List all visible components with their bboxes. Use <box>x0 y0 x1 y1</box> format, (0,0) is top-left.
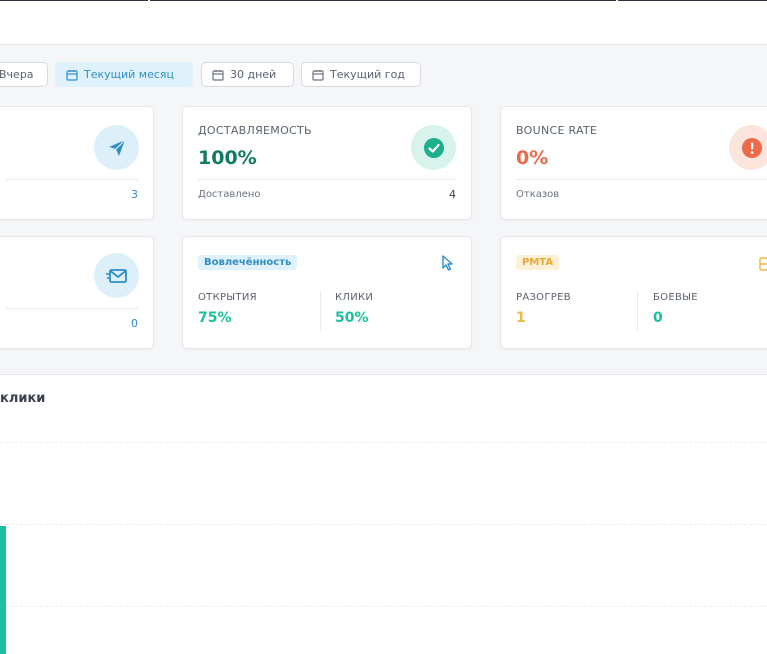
chart-gridline <box>0 442 767 443</box>
card-divider <box>198 179 456 180</box>
calendar-icon <box>66 69 78 81</box>
chart-gridline <box>0 606 767 607</box>
chart-gridline <box>0 524 767 525</box>
mail-card: 0 <box>0 236 154 349</box>
sent-card: 3 <box>0 106 154 220</box>
warmup-label: РАЗОГРЕВ <box>516 292 571 303</box>
filter-current-year-label: Текущий год <box>330 68 405 81</box>
deliverability-value: 100% <box>198 147 257 169</box>
filter-yesterday-label: Вчера <box>0 68 34 81</box>
bounce-rate-title: BOUNCE RATE <box>516 124 598 137</box>
engagement-badge: Вовлечённость <box>198 255 298 270</box>
filter-30-days-label: 30 дней <box>230 68 277 81</box>
top-header-bar <box>0 0 767 45</box>
bounce-rate-card: BOUNCE RATE 0% Отказов <box>500 106 767 220</box>
bounces-label: Отказов <box>516 189 560 200</box>
filter-current-month-label: Текущий месяц <box>84 68 175 81</box>
server-icon <box>759 256 767 275</box>
combat-label: БОЕВЫЕ <box>653 292 698 303</box>
cursor-icon <box>441 255 453 275</box>
pmta-card: PMTA РАЗОГРЕВ 1 БОЕВЫЕ 0 <box>500 236 767 349</box>
clicks-value: 50% <box>335 310 369 326</box>
stat-divider <box>637 291 638 331</box>
chart-title: клики <box>0 391 46 406</box>
filter-current-year-button[interactable]: Текущий год <box>301 62 421 87</box>
engagement-card: Вовлечённость ОТКРЫТИЯ 75% КЛИКИ 50% <box>182 236 472 349</box>
top-border-left <box>0 0 148 1</box>
card-divider <box>6 308 138 309</box>
stat-divider <box>320 291 321 331</box>
opens-value: 75% <box>198 310 232 326</box>
card-divider <box>516 179 767 180</box>
filter-yesterday-button[interactable]: Вчера <box>0 62 48 87</box>
warmup-value: 1 <box>516 310 526 326</box>
delivered-label: Доставлено <box>198 189 261 200</box>
envelope-icon <box>94 253 139 298</box>
calendar-icon <box>212 69 224 81</box>
clicks-chart-panel: клики <box>0 374 767 654</box>
card-divider <box>6 179 138 180</box>
paper-plane-icon <box>94 125 139 170</box>
sent-footer-value: 3 <box>131 188 138 201</box>
filter-current-month-button[interactable]: Текущий месяц <box>55 62 193 87</box>
pmta-badge: PMTA <box>516 255 560 270</box>
check-circle-icon <box>411 125 456 170</box>
top-border-middle <box>150 0 616 1</box>
deliverability-title: ДОСТАВЛЯЕМОСТЬ <box>198 124 312 137</box>
chart-bar <box>0 526 6 654</box>
top-border-right <box>618 0 767 1</box>
clicks-label: КЛИКИ <box>335 292 374 303</box>
filter-30-days-button[interactable]: 30 дней <box>201 62 294 87</box>
mail-footer-value: 0 <box>131 317 138 330</box>
calendar-icon <box>312 69 324 81</box>
alert-circle-icon <box>729 125 767 170</box>
bounce-rate-value: 0% <box>516 147 549 169</box>
deliverability-card: ДОСТАВЛЯЕМОСТЬ 100% Доставлено 4 <box>182 106 472 220</box>
combat-value: 0 <box>653 310 663 326</box>
delivered-value: 4 <box>449 188 456 201</box>
opens-label: ОТКРЫТИЯ <box>198 292 257 303</box>
